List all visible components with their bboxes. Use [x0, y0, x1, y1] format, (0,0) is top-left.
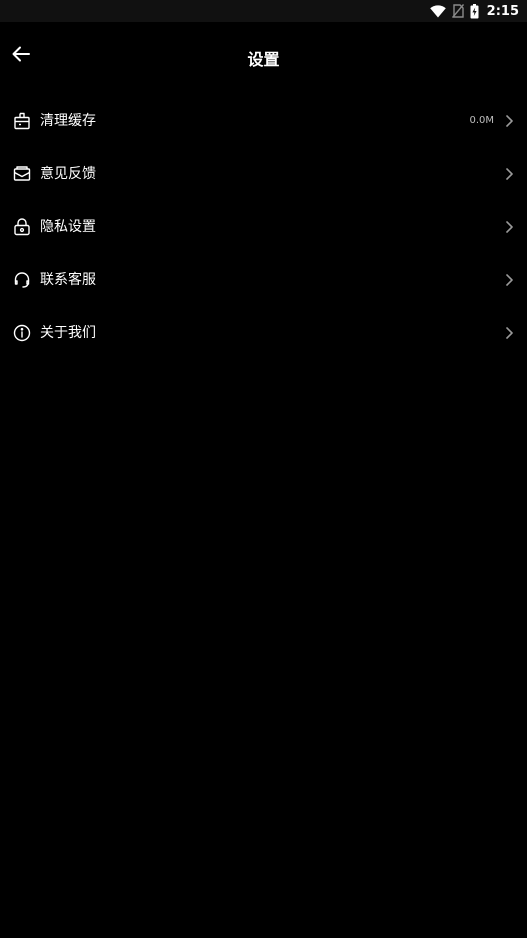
menu-item-clear-cache[interactable]: 清理缓存 0.0M	[0, 95, 527, 148]
chevron-right-icon	[504, 326, 514, 340]
chevron-right-icon	[504, 220, 514, 234]
chevron-right-icon	[504, 167, 514, 181]
wifi-icon	[429, 4, 446, 18]
menu-item-label: 清理缓存	[40, 113, 96, 129]
chevron-right-icon	[504, 114, 514, 128]
menu-item-feedback[interactable]: 意见反馈	[0, 148, 527, 201]
menu-item-label: 隐私设置	[40, 219, 96, 235]
menu-item-privacy[interactable]: 隐私设置	[0, 201, 527, 254]
menu-item-label: 意见反馈	[40, 166, 96, 182]
menu-item-about-us[interactable]: 关于我们	[0, 307, 527, 360]
feedback-mail-icon	[13, 165, 31, 183]
status-bar: 2:15	[0, 0, 527, 22]
menu-item-label: 联系客服	[40, 272, 96, 288]
no-sim-icon	[451, 4, 464, 18]
header: 设置	[0, 22, 527, 90]
cache-size-value: 0.0M	[469, 115, 494, 126]
menu-item-customer-service[interactable]: 联系客服	[0, 254, 527, 307]
headset-icon	[13, 271, 31, 289]
info-icon	[13, 324, 31, 342]
status-icons: 2:15	[429, 0, 519, 22]
menu-item-label: 关于我们	[40, 325, 96, 341]
page-title: 设置	[247, 50, 280, 69]
lock-icon	[13, 218, 31, 236]
status-time: 2:15	[486, 3, 519, 19]
settings-menu: 清理缓存 0.0M 意见反馈 隐私设置 联系客服 关于我们	[0, 95, 527, 360]
battery-charging-icon	[470, 3, 479, 19]
clean-cache-icon	[13, 112, 31, 130]
chevron-right-icon	[504, 273, 514, 287]
